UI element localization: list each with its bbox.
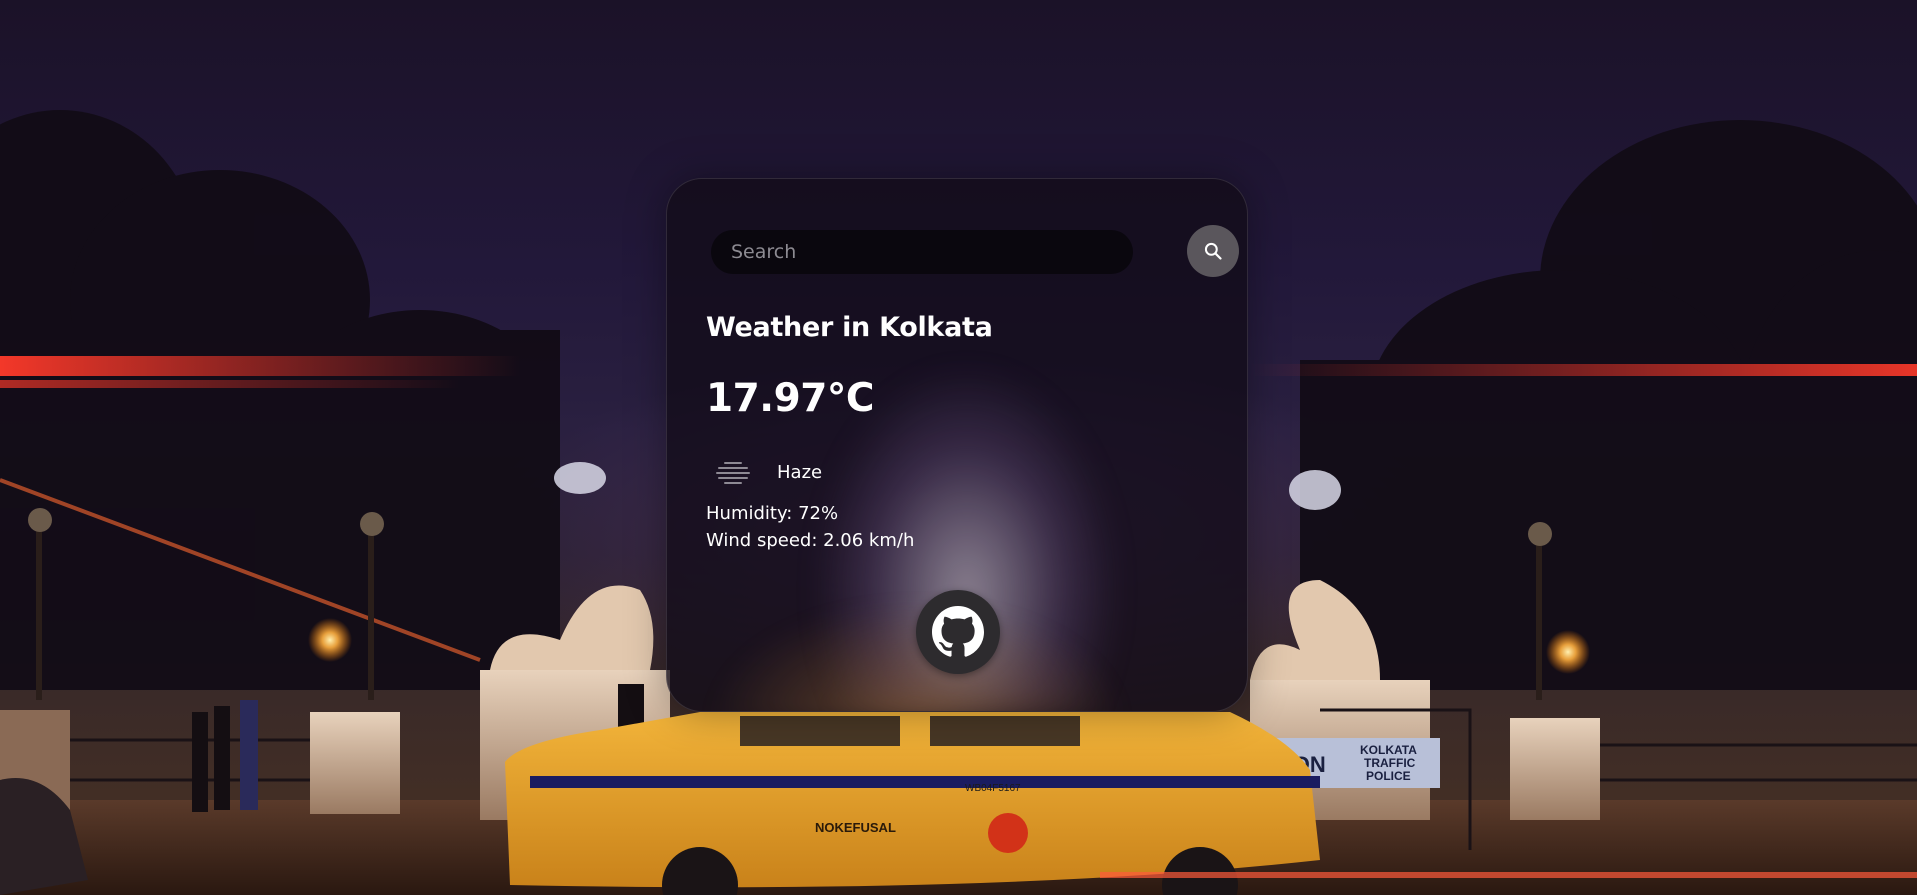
taxi-name-text: NOKEFUSAL [815, 820, 896, 835]
taxi-plate-text: WB04F5167 [965, 783, 1021, 794]
sign-line-1: KOLKATA [1360, 743, 1417, 757]
search-button[interactable] [1187, 225, 1239, 277]
search-input[interactable] [711, 230, 1133, 274]
github-link[interactable] [916, 590, 1000, 674]
haze-icon [716, 462, 750, 484]
temperature: 17.97°C [706, 376, 874, 421]
wind-speed-value: Wind speed: 2.06 km/h [706, 530, 915, 551]
weather-card: Weather in Kolkata 17.97°C Haze Humidity… [666, 178, 1248, 712]
condition-label: Haze [777, 461, 823, 483]
search-bar [711, 225, 1239, 277]
search-icon [1204, 242, 1222, 260]
weather-location-title: Weather in Kolkata [706, 312, 993, 343]
humidity-value: Humidity: 72% [706, 503, 839, 524]
github-icon [932, 606, 984, 657]
sign-line-2: TRAFFIC [1364, 756, 1416, 770]
weather-condition: Haze [713, 454, 822, 490]
sign-line-3: POLICE [1366, 769, 1411, 783]
